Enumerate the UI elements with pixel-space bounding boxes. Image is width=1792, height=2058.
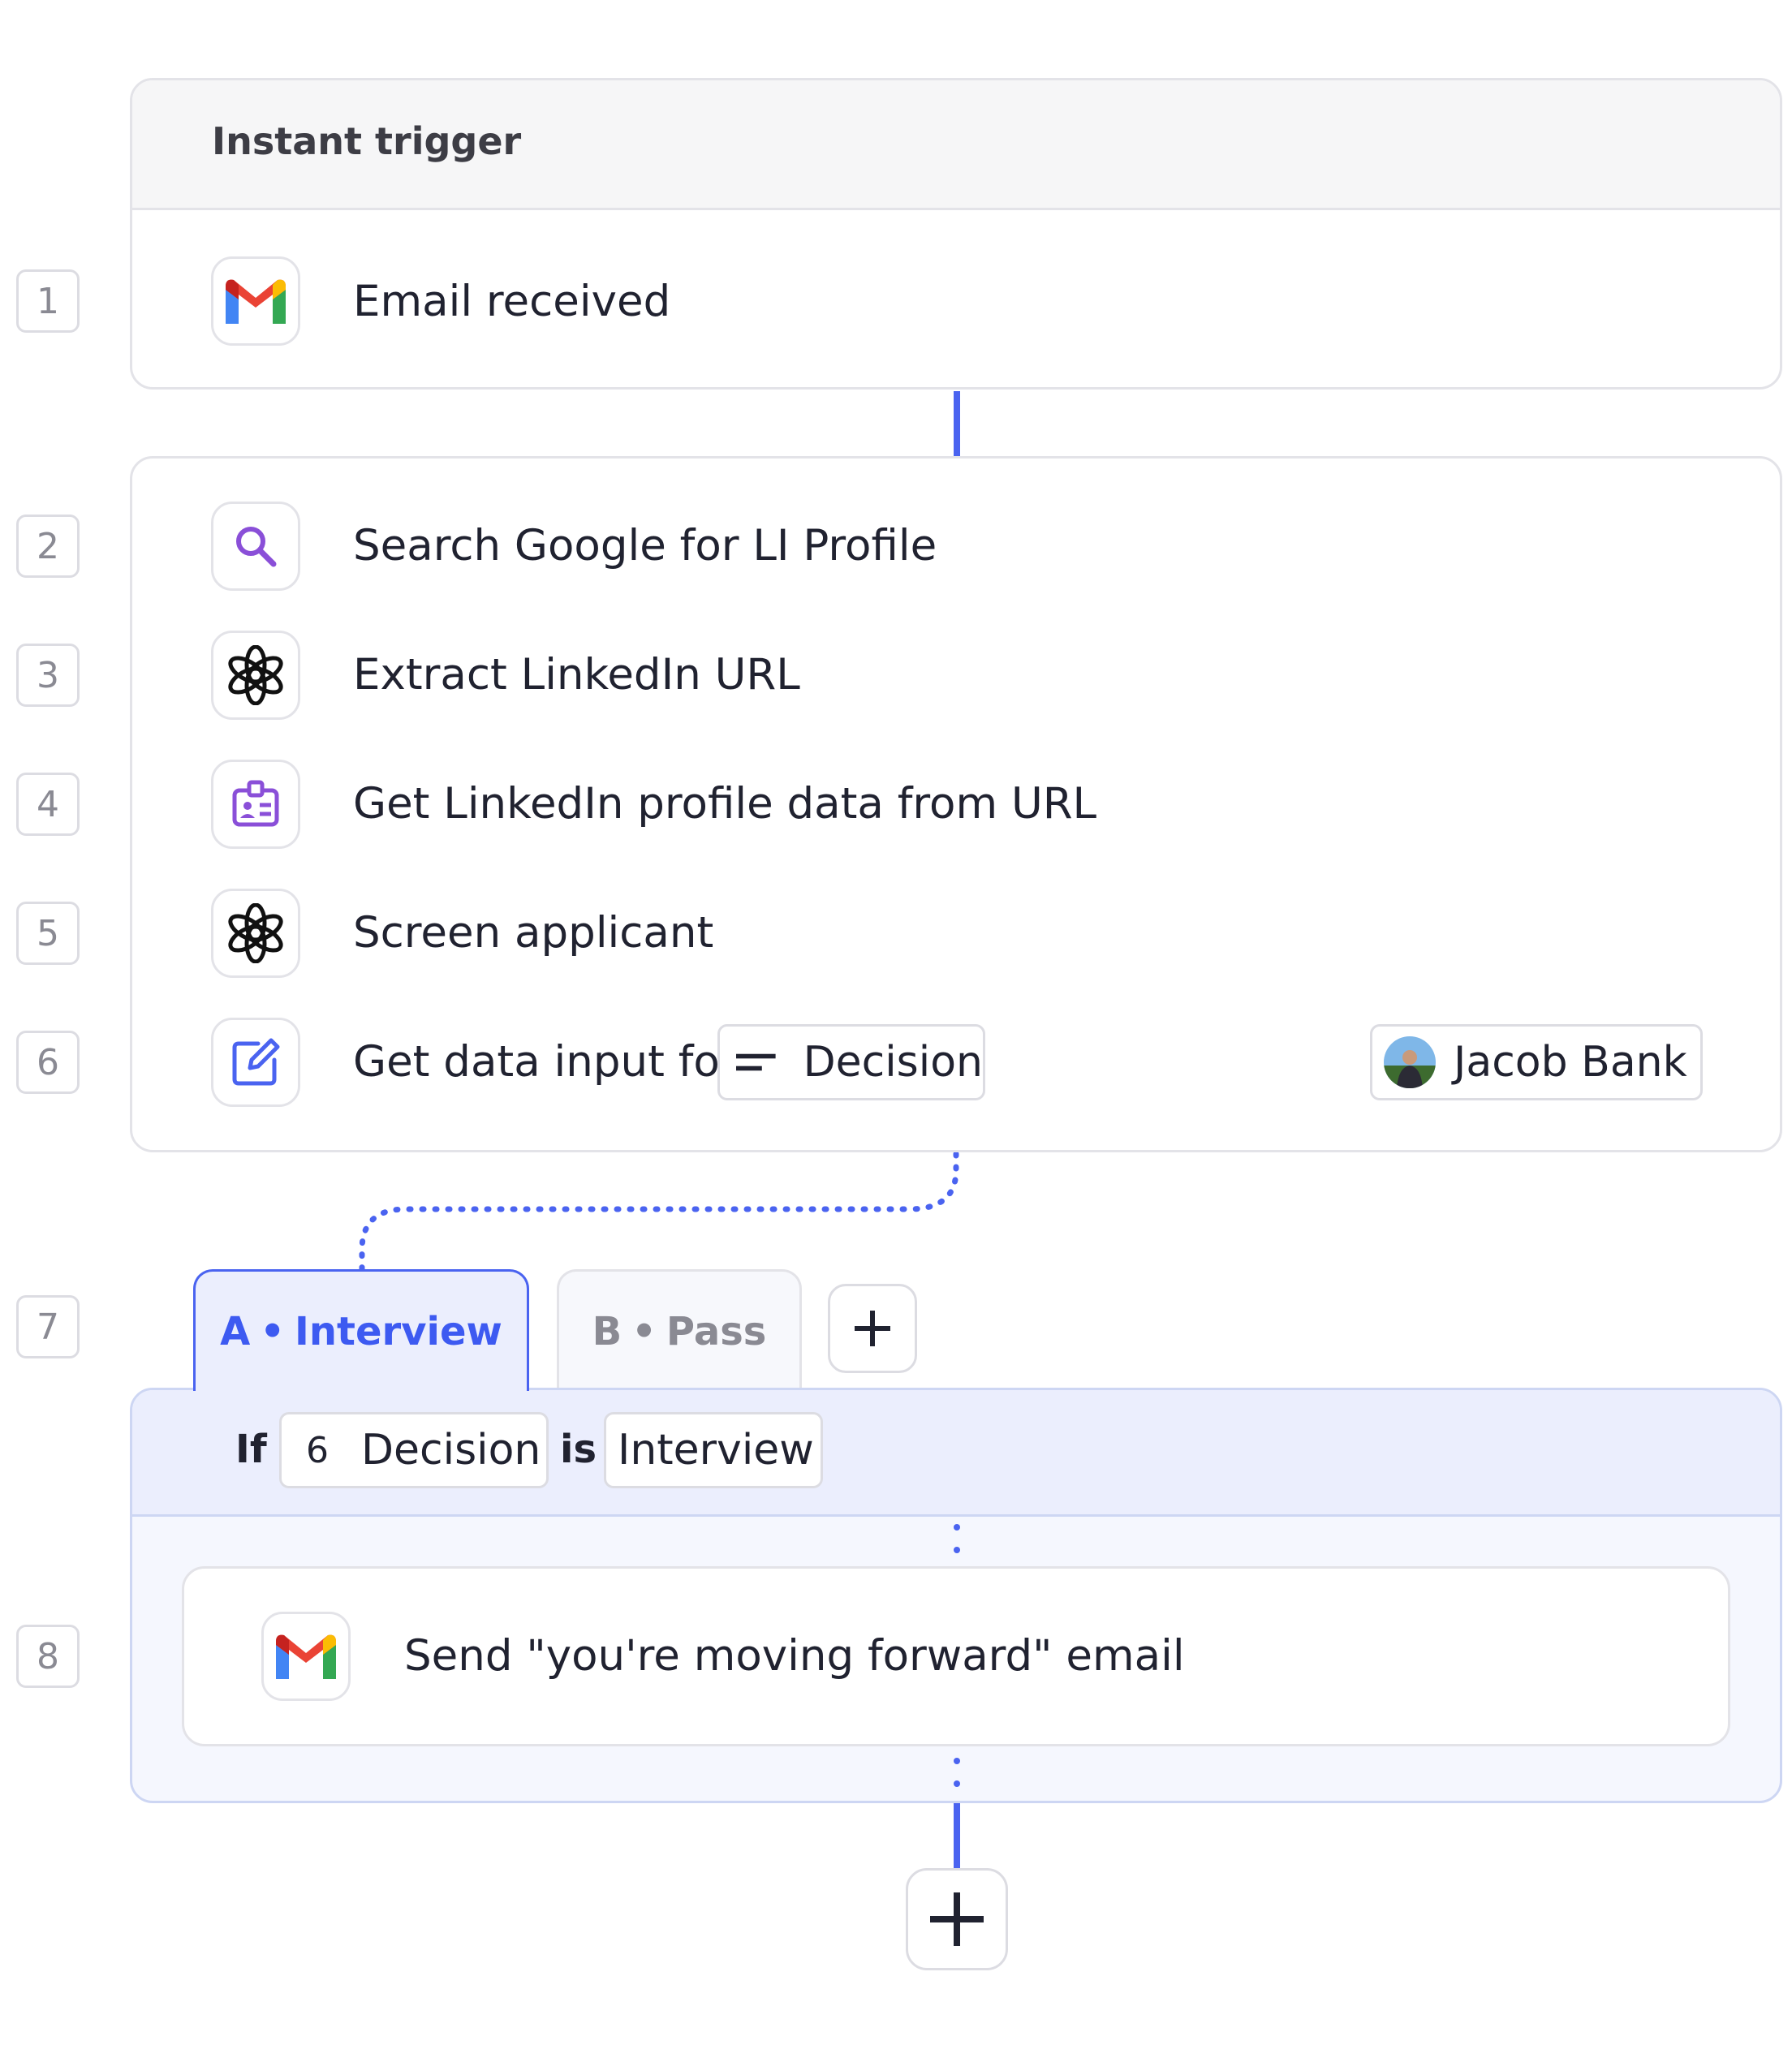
decision-field-chip[interactable]: Decision: [717, 1024, 985, 1100]
condition-operator: is: [560, 1427, 597, 1472]
step-5-icon-box[interactable]: [211, 889, 300, 978]
openai-icon: [228, 645, 283, 705]
decision-field-label: Decision: [803, 1038, 983, 1087]
tab-joint: [196, 1386, 527, 1393]
trigger-icon-box[interactable]: [211, 256, 300, 346]
add-step-button[interactable]: [906, 1868, 1008, 1970]
trigger-label[interactable]: Email received: [353, 273, 670, 330]
gmail-icon: [226, 279, 286, 324]
tab-interview-prefix: A: [220, 1308, 251, 1354]
step-6-label[interactable]: Get data input for: [353, 1034, 738, 1091]
tab-separator: •: [260, 1308, 285, 1354]
add-branch-button[interactable]: [828, 1284, 917, 1373]
step-2-label[interactable]: Search Google for LI Profile: [353, 518, 937, 575]
step-4-icon-box[interactable]: [211, 760, 300, 849]
connector-line: [954, 391, 960, 456]
tab-pass[interactable]: B • Pass: [557, 1269, 802, 1391]
branch-connector: [359, 1152, 959, 1274]
trigger-header-title: Instant trigger: [212, 119, 522, 163]
openai-icon: [228, 903, 283, 963]
plus-icon: [855, 1311, 890, 1346]
text-field-icon: [736, 1053, 776, 1071]
edit-icon: [232, 1038, 280, 1086]
step-3-label[interactable]: Extract LinkedIn URL: [353, 647, 800, 704]
tab-interview-label: Interview: [295, 1308, 502, 1354]
condition-value-chip[interactable]: Interview: [604, 1412, 823, 1488]
step-2-icon-box[interactable]: [211, 502, 300, 591]
avatar: [1384, 1036, 1436, 1088]
step-6-icon-box[interactable]: [211, 1018, 300, 1107]
condition-value: Interview: [618, 1426, 814, 1475]
step-3-icon-box[interactable]: [211, 631, 300, 720]
branch-inner-connector-top: [954, 1524, 960, 1553]
connector-line: [954, 1803, 960, 1868]
step-number-2: 2: [16, 514, 80, 578]
action-icon-box[interactable]: [261, 1612, 351, 1701]
tab-pass-label: Pass: [666, 1308, 767, 1354]
step-number-7: 7: [16, 1295, 80, 1358]
gmail-icon: [276, 1634, 336, 1679]
condition-if-label: If: [235, 1427, 267, 1472]
step-number-5: 5: [16, 902, 80, 965]
step-5-label[interactable]: Screen applicant: [353, 905, 713, 962]
step-number-1: 1: [16, 269, 80, 333]
action-label[interactable]: Send "you're moving forward" email: [404, 1628, 1185, 1685]
tab-pass-prefix: B: [592, 1308, 622, 1354]
condition-field-name: Decision: [361, 1426, 541, 1475]
step-number-6: 6: [16, 1031, 80, 1094]
assignee-name: Jacob Bank: [1454, 1038, 1687, 1087]
tab-separator: •: [631, 1308, 657, 1354]
trigger-card[interactable]: Instant trigger: [130, 78, 1782, 390]
tab-interview[interactable]: A • Interview: [193, 1269, 529, 1391]
condition-field-chip[interactable]: 6 Decision: [279, 1412, 549, 1488]
id-badge-icon: [232, 780, 279, 827]
search-icon: [236, 527, 277, 567]
assignee-chip[interactable]: Jacob Bank: [1370, 1024, 1703, 1100]
plus-icon: [930, 1892, 984, 1946]
step-number-3: 3: [16, 644, 80, 707]
branch-inner-connector-bottom: [954, 1758, 960, 1787]
step-number-8: 8: [16, 1625, 80, 1688]
trigger-header: Instant trigger: [132, 80, 1780, 210]
step-4-label[interactable]: Get LinkedIn profile data from URL: [353, 776, 1096, 833]
step-number-4: 4: [16, 773, 80, 836]
condition-step-ref: 6: [306, 1429, 329, 1471]
